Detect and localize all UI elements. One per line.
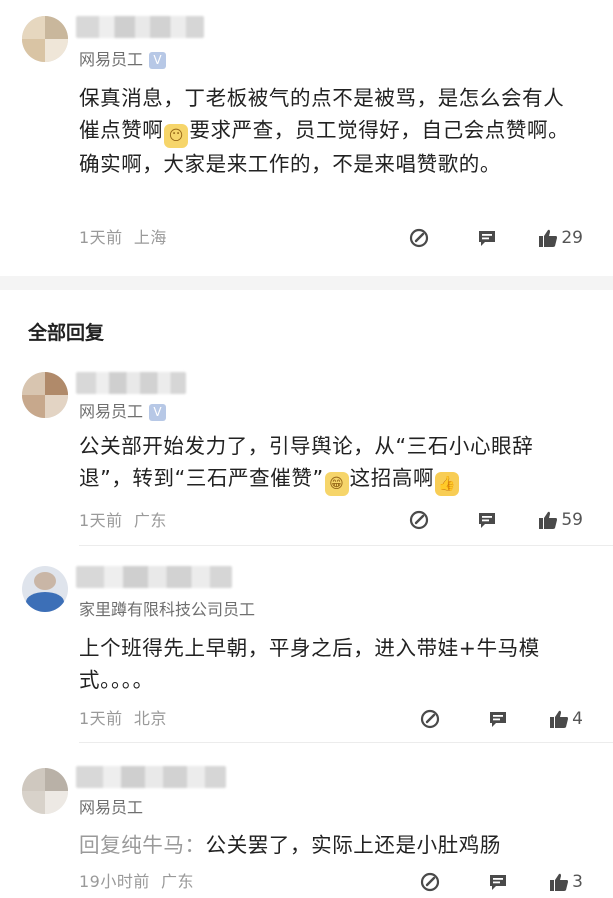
reply-text: 回复纯牛马：公关罢了，实际上还是小肚鸡肠 (79, 829, 584, 861)
reply-actions: 59 (362, 508, 583, 532)
location: 北京 (133, 709, 167, 728)
reply-divider (79, 545, 613, 546)
comment-actions: 29 (362, 226, 583, 250)
edit-reply-icon[interactable] (419, 708, 441, 730)
reply-text: 公关部开始发力了，引导舆论，从“三石小心眼辞退”，转到“三石严查催赞” 😁 这招高啊… (79, 430, 584, 496)
timestamp: 1天前 (79, 709, 123, 728)
edit-reply-icon[interactable] (408, 227, 430, 249)
thumbs-up-emoji-icon: 👍 (435, 472, 460, 496)
thumbs-up-icon (550, 873, 569, 891)
grin-emoji-icon: 😁 (324, 472, 349, 496)
edit-reply-icon[interactable] (419, 871, 441, 893)
comment-icon[interactable] (487, 708, 509, 730)
reply-text: 上个班得先上早朝，平身之后，进入带娃+牛马模式。。。。 (79, 632, 584, 696)
badge-label: 网易员工 (79, 402, 144, 421)
reply-to-prefix[interactable]: 回复纯牛马： (79, 833, 206, 857)
comment-icon[interactable] (476, 509, 498, 531)
username-redacted[interactable] (76, 372, 186, 394)
location: 广东 (161, 872, 195, 891)
thumbs-up-icon (539, 229, 558, 247)
reply-text-part: 公关部开始发力了，引导舆论，从“三石小心眼辞退”，转到“三石严查催赞” (79, 434, 534, 490)
like-count: 3 (572, 872, 583, 892)
reply-divider (79, 742, 613, 743)
reply-meta: 1天前 北京 (79, 705, 167, 729)
like-button[interactable]: 3 (549, 872, 583, 892)
like-count: 4 (572, 709, 583, 729)
reply-text-part: 这招高啊 (349, 466, 435, 490)
like-button[interactable]: 59 (538, 510, 583, 530)
reply-text-part: 公关罢了，实际上还是小肚鸡肠 (205, 833, 502, 857)
like-count: 59 (561, 510, 583, 530)
section-divider (0, 276, 613, 290)
comment-icon[interactable] (476, 227, 498, 249)
reply-text-part: 上个班得先上早朝，平身之后，进入带娃+牛马模式。。。。 (79, 636, 540, 692)
comment-icon[interactable] (487, 871, 509, 893)
speechless-emoji-icon: 😶 (164, 124, 189, 148)
avatar[interactable] (22, 768, 68, 814)
avatar[interactable] (22, 566, 68, 612)
timestamp: 1天前 (79, 511, 123, 530)
thumbs-up-icon (550, 710, 569, 728)
reply-item: 网易员工 回复纯牛马：公关罢了，实际上还是小肚鸡肠 19小时前 广东 3 (0, 764, 613, 898)
reply-actions: 3 (373, 870, 583, 894)
like-button[interactable]: 29 (538, 228, 583, 248)
user-badge: 网易员工 V (79, 398, 167, 422)
comment-text: 保真消息，丁老板被气的点不是被骂，是怎么会有人催点赞啊 😶 要求严查，员工觉得好，自… (79, 82, 584, 180)
reply-item: 家里蹲有限科技公司员工 上个班得先上早朝，平身之后，进入带娃+牛马模式。。。。 … (0, 562, 613, 742)
top-comment: 网易员工 V 保真消息，丁老板被气的点不是被骂，是怎么会有人催点赞啊 😶 要求严查，员… (0, 0, 613, 276)
reply-item: 网易员工 V 公关部开始发力了，引导舆论，从“三石小心眼辞退”，转到“三石严查催赞… (0, 368, 613, 538)
reply-meta: 19小时前 广东 (79, 868, 194, 892)
badge-label: 家里蹲有限科技公司员工 (79, 600, 256, 619)
user-badge: 网易员工 (79, 794, 143, 818)
user-badge: 网易员工 V (79, 46, 167, 70)
thumbs-up-icon (539, 511, 558, 529)
like-button[interactable]: 4 (549, 709, 583, 729)
location: 上海 (133, 228, 167, 247)
like-count: 29 (561, 228, 583, 248)
edit-reply-icon[interactable] (408, 509, 430, 531)
section-title: 全部回复 (28, 322, 105, 344)
avatar[interactable] (22, 16, 68, 62)
username-redacted[interactable] (76, 566, 232, 588)
verified-icon: V (149, 52, 167, 69)
verified-icon: V (149, 404, 167, 421)
user-badge: 家里蹲有限科技公司员工 (79, 596, 255, 620)
username-redacted[interactable] (76, 766, 226, 788)
reply-meta: 1天前 广东 (79, 507, 167, 531)
location: 广东 (133, 511, 167, 530)
username-redacted[interactable] (76, 16, 204, 38)
badge-label: 网易员工 (79, 50, 144, 69)
avatar[interactable] (22, 372, 68, 418)
timestamp: 1天前 (79, 228, 123, 247)
reply-actions: 4 (373, 707, 583, 731)
badge-label: 网易员工 (79, 798, 144, 817)
timestamp: 19小时前 (79, 872, 150, 891)
comment-meta: 1天前 上海 (79, 224, 167, 248)
